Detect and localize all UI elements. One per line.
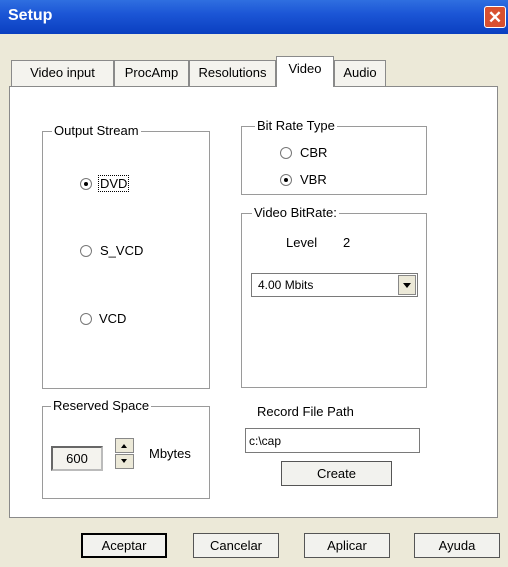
arrow-down-icon xyxy=(121,459,127,463)
dropdown-button[interactable] xyxy=(398,275,416,295)
s-vcd-label[interactable]: S_VCD xyxy=(100,243,143,258)
tab-audio[interactable]: Audio xyxy=(334,60,386,86)
apply-button[interactable]: Aplicar xyxy=(304,533,390,558)
cbr-label[interactable]: CBR xyxy=(300,145,327,160)
title-bar: Setup ✕ xyxy=(0,0,508,34)
vbr-label[interactable]: VBR xyxy=(300,172,327,187)
cancel-button[interactable]: Cancelar xyxy=(193,533,279,558)
s-vcd-radio[interactable] xyxy=(80,245,92,257)
close-icon: ✕ xyxy=(487,8,503,27)
output-stream-group xyxy=(42,131,210,389)
chevron-down-icon xyxy=(403,283,411,288)
tab-procamp[interactable]: ProcAmp xyxy=(114,60,189,86)
spin-up-button[interactable] xyxy=(115,438,134,453)
output-stream-legend: Output Stream xyxy=(52,123,141,138)
reserved-space-legend: Reserved Space xyxy=(51,398,152,413)
record-file-path-input[interactable] xyxy=(245,428,420,453)
create-button[interactable]: Create xyxy=(281,461,392,486)
bit-rate-type-legend: Bit Rate Type xyxy=(255,118,337,133)
tab-video[interactable]: Video xyxy=(276,56,334,87)
spin-down-button[interactable] xyxy=(115,454,134,469)
record-file-path-label: Record File Path xyxy=(257,404,354,419)
help-button[interactable]: Ayuda xyxy=(414,533,500,558)
dvd-label[interactable]: DVD xyxy=(97,175,130,192)
bitrate-select-value: 4.00 Mbits xyxy=(258,278,314,292)
accept-button[interactable]: Aceptar xyxy=(81,533,167,558)
cbr-radio[interactable] xyxy=(280,147,292,159)
setup-dialog: Setup ✕ Video input ProcAmp Resolutions … xyxy=(0,0,508,567)
dvd-radio[interactable] xyxy=(80,178,92,190)
level-label: Level xyxy=(286,235,318,250)
bit-rate-type-group xyxy=(241,126,427,195)
video-bitrate-legend: Video BitRate: xyxy=(252,205,339,220)
vbr-radio[interactable] xyxy=(280,174,292,186)
bitrate-select[interactable]: 4.00 Mbits xyxy=(251,273,418,297)
reserved-space-unit: Mbytes xyxy=(149,446,191,461)
close-button[interactable]: ✕ xyxy=(484,6,506,28)
window-title: Setup xyxy=(8,7,53,24)
vcd-radio[interactable] xyxy=(80,313,92,325)
reserved-space-spinner[interactable] xyxy=(115,438,134,469)
arrow-up-icon xyxy=(121,444,127,448)
vcd-label[interactable]: VCD xyxy=(99,311,126,326)
video-bitrate-group xyxy=(241,213,427,388)
reserved-space-input[interactable] xyxy=(51,446,103,471)
tab-video-input[interactable]: Video input xyxy=(11,60,114,86)
tab-resolutions[interactable]: Resolutions xyxy=(189,60,276,86)
level-value: 2 xyxy=(343,235,351,250)
